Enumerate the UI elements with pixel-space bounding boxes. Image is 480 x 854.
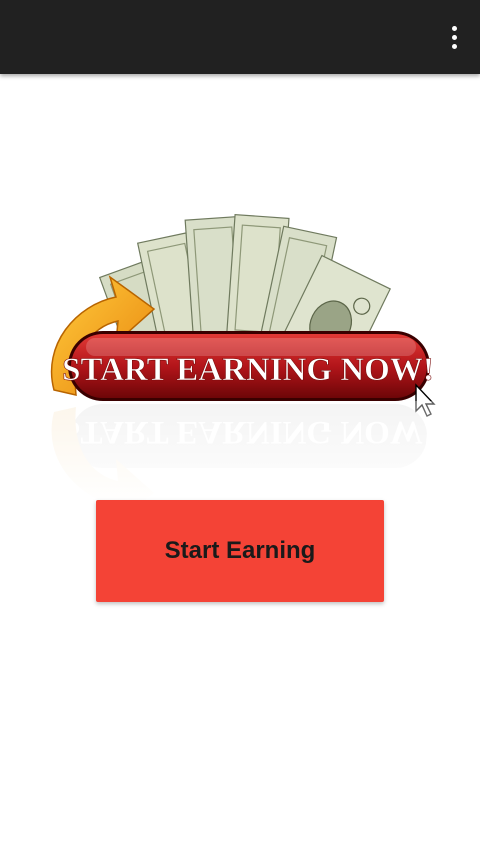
banner-text: START EARNING NOW!: [62, 352, 434, 388]
start-earning-button[interactable]: Start Earning: [96, 500, 384, 602]
more-vert-icon[interactable]: [442, 22, 466, 52]
start-earning-banner-image: START EARNING NOW! START EARNING NOW!: [36, 205, 446, 505]
app-bar: [0, 0, 480, 74]
